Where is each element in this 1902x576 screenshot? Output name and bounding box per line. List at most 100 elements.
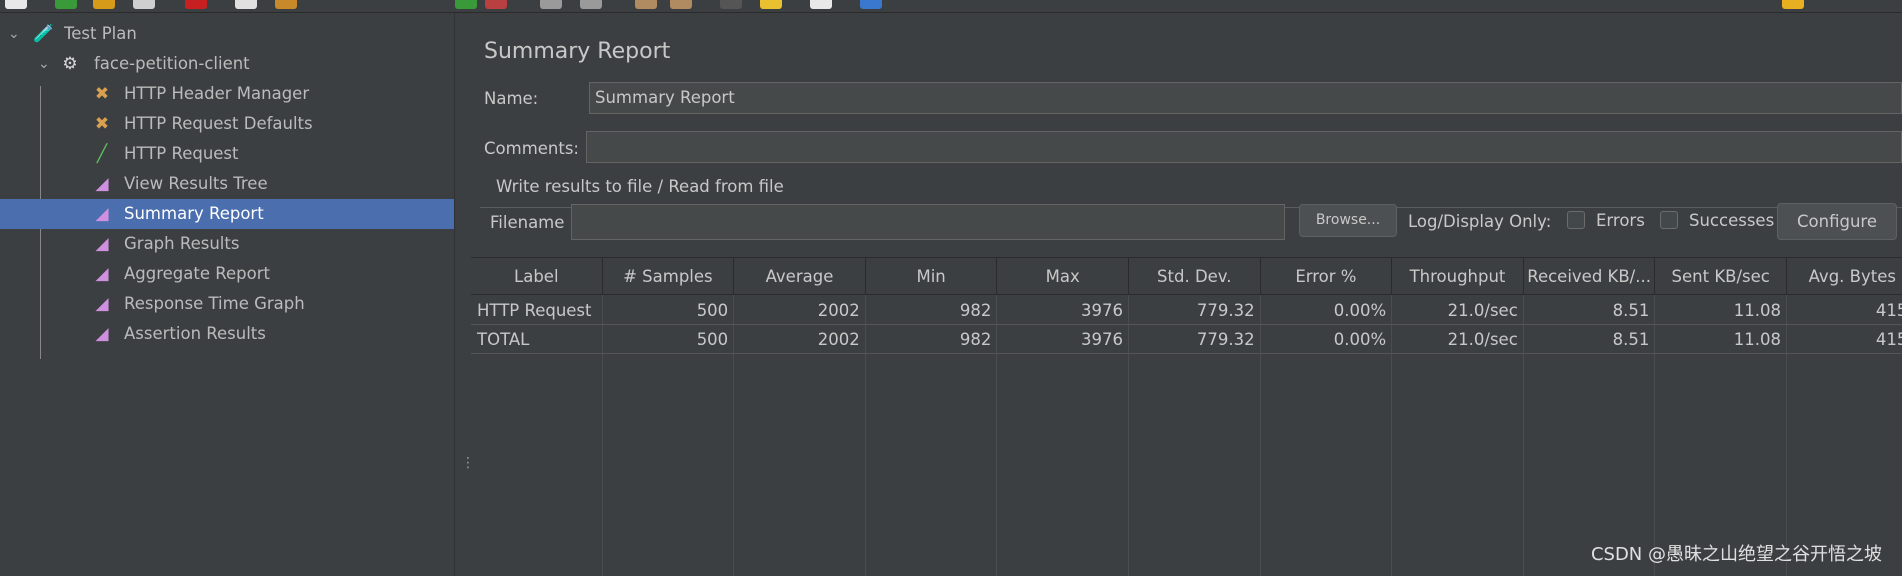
toolbar-button-icon[interactable]: [133, 0, 155, 9]
toolbar-button-icon[interactable]: [580, 0, 602, 9]
toolbar-button-icon[interactable]: [185, 0, 207, 9]
table-cell[interactable]: 21.0/sec: [1392, 325, 1524, 354]
column-header[interactable]: # Samples: [602, 257, 735, 295]
test-plan-tree[interactable]: ⌄ 🧪 Test Plan ⌄ ⚙ face-petition-client ✖ HTTP H…: [0, 13, 455, 576]
chevron-down-icon[interactable]: ⌄: [8, 19, 20, 49]
toolbar-button-icon[interactable]: [93, 0, 115, 9]
toolbar-button-icon[interactable]: [720, 0, 742, 9]
log-display-only-label: Log/Display Only:: [1408, 212, 1552, 231]
tree-item-label: View Results Tree: [124, 174, 268, 193]
errors-checkbox[interactable]: [1567, 211, 1585, 229]
toolbar-button-icon[interactable]: [235, 0, 257, 9]
split-pane-divider[interactable]: [455, 13, 467, 576]
table-cell[interactable]: 982: [865, 296, 998, 325]
column-header[interactable]: Std. Dev.: [1129, 257, 1261, 295]
column-header[interactable]: Label: [471, 257, 603, 295]
toolbar-button-icon[interactable]: [635, 0, 657, 9]
column-header[interactable]: Min: [865, 257, 998, 295]
table-cell[interactable]: 779.32: [1129, 296, 1261, 325]
table-cell[interactable]: 0.00%: [1260, 296, 1393, 325]
summary-report-panel: Summary Report Name: Summary Report Comm…: [468, 13, 1902, 576]
filename-input[interactable]: [571, 204, 1285, 240]
column-header[interactable]: Average: [734, 257, 866, 295]
tree-item[interactable]: ◢ Response Time Graph: [0, 289, 454, 319]
watermark: CSDN @愚昧之山绝望之谷开悟之坡: [1590, 544, 1882, 565]
toolbar-button-icon[interactable]: [420, 0, 442, 9]
column-header[interactable]: Sent KB/sec: [1655, 257, 1787, 295]
listener-graph-icon: ◢: [95, 324, 109, 344]
name-input[interactable]: Summary Report: [589, 82, 1902, 114]
listener-graph-icon: ◢: [95, 204, 109, 224]
config-tools-icon: ✖: [94, 84, 110, 104]
name-label: Name:: [484, 89, 539, 108]
toolbar-button-icon[interactable]: [860, 0, 882, 9]
comments-input[interactable]: [586, 131, 1902, 163]
summary-table: Label # Samples Average Min Max Std. Dev. Erro…: [471, 257, 1902, 576]
listener-graph-icon: ◢: [95, 294, 109, 314]
table-cell[interactable]: 11.08: [1655, 325, 1787, 354]
column-header[interactable]: Max: [997, 257, 1129, 295]
file-group-label: Write results to file / Read from file: [492, 177, 788, 196]
tree-item[interactable]: ◢ Aggregate Report: [0, 259, 454, 289]
tree-item-label: HTTP Request Defaults: [124, 114, 313, 133]
column-header[interactable]: Avg. Bytes: [1787, 257, 1902, 295]
tree-item-label: face-petition-client: [94, 54, 250, 73]
toolbar-button-icon[interactable]: [275, 0, 297, 9]
table-cell[interactable]: 21.0/sec: [1392, 296, 1524, 325]
toolbar-button-icon[interactable]: [55, 0, 77, 9]
comments-label: Comments:: [484, 139, 579, 158]
table-cell[interactable]: 11.08: [1655, 296, 1787, 325]
errors-label: Errors: [1596, 211, 1645, 230]
configure-button[interactable]: Configure: [1777, 203, 1897, 240]
table-cell[interactable]: 8.51: [1523, 296, 1656, 325]
tree-item[interactable]: ✖ HTTP Request Defaults: [0, 109, 454, 139]
table-cell[interactable]: 8.51: [1523, 325, 1656, 354]
listener-graph-icon: ◢: [95, 234, 109, 254]
warning-icon[interactable]: [1782, 0, 1804, 9]
tree-item[interactable]: ◢ View Results Tree: [0, 169, 454, 199]
row-label-cell[interactable]: HTTP Request: [471, 296, 603, 325]
chevron-down-icon[interactable]: ⌄: [38, 49, 50, 79]
tree-item[interactable]: ✖ HTTP Header Manager: [0, 79, 454, 109]
tree-item-label: Aggregate Report: [124, 264, 270, 283]
table-cell[interactable]: 415.: [1787, 325, 1902, 354]
tree-item-label: HTTP Request: [124, 144, 239, 163]
browse-button[interactable]: Browse...: [1299, 204, 1397, 237]
tree-item[interactable]: ⌄ ⚙ face-petition-client: [0, 49, 454, 79]
table-cell[interactable]: 2002: [734, 325, 866, 354]
tree-item[interactable]: ◢ Summary Report: [0, 199, 454, 229]
table-cell[interactable]: 500: [602, 325, 735, 354]
column-header[interactable]: Received KB/...: [1523, 257, 1656, 295]
filename-label: Filename: [490, 213, 565, 232]
toolbar-button-icon[interactable]: [810, 0, 832, 9]
toolbar-button-icon[interactable]: [5, 0, 27, 9]
listener-graph-icon: ◢: [95, 174, 109, 194]
test-plan-icon: 🧪: [33, 24, 55, 44]
tree-item[interactable]: ╱ HTTP Request: [0, 139, 454, 169]
tree-item-label: Response Time Graph: [124, 294, 305, 313]
table-cell[interactable]: 0.00%: [1260, 325, 1393, 354]
table-cell[interactable]: 982: [865, 325, 998, 354]
tree-item-label: Assertion Results: [124, 324, 266, 343]
successes-checkbox[interactable]: [1660, 211, 1678, 229]
column-header[interactable]: Throughput: [1392, 257, 1524, 295]
listener-graph-icon: ◢: [95, 264, 109, 284]
toolbar-button-icon[interactable]: [760, 0, 782, 9]
tree-item[interactable]: ◢ Assertion Results: [0, 319, 454, 349]
tree-item[interactable]: ◢ Graph Results: [0, 229, 454, 259]
table-cell[interactable]: 779.32: [1129, 325, 1261, 354]
toolbar-button-icon[interactable]: [455, 0, 477, 9]
toolbar-button-icon[interactable]: [670, 0, 692, 9]
table-cell[interactable]: 2002: [734, 296, 866, 325]
row-label-cell[interactable]: TOTAL: [471, 325, 603, 354]
column-header[interactable]: Error %: [1260, 257, 1393, 295]
tree-item[interactable]: ⌄ 🧪 Test Plan: [0, 19, 454, 49]
toolbar-button-icon[interactable]: [540, 0, 562, 9]
table-cell[interactable]: 3976: [997, 296, 1129, 325]
table-cell[interactable]: 3976: [997, 325, 1129, 354]
sampler-pipette-icon: ╱: [96, 144, 108, 164]
table-cell[interactable]: 415.: [1787, 296, 1902, 325]
table-cell[interactable]: 500: [602, 296, 735, 325]
toolbar-button-icon[interactable]: [485, 0, 507, 9]
successes-label: Successes: [1689, 211, 1775, 230]
